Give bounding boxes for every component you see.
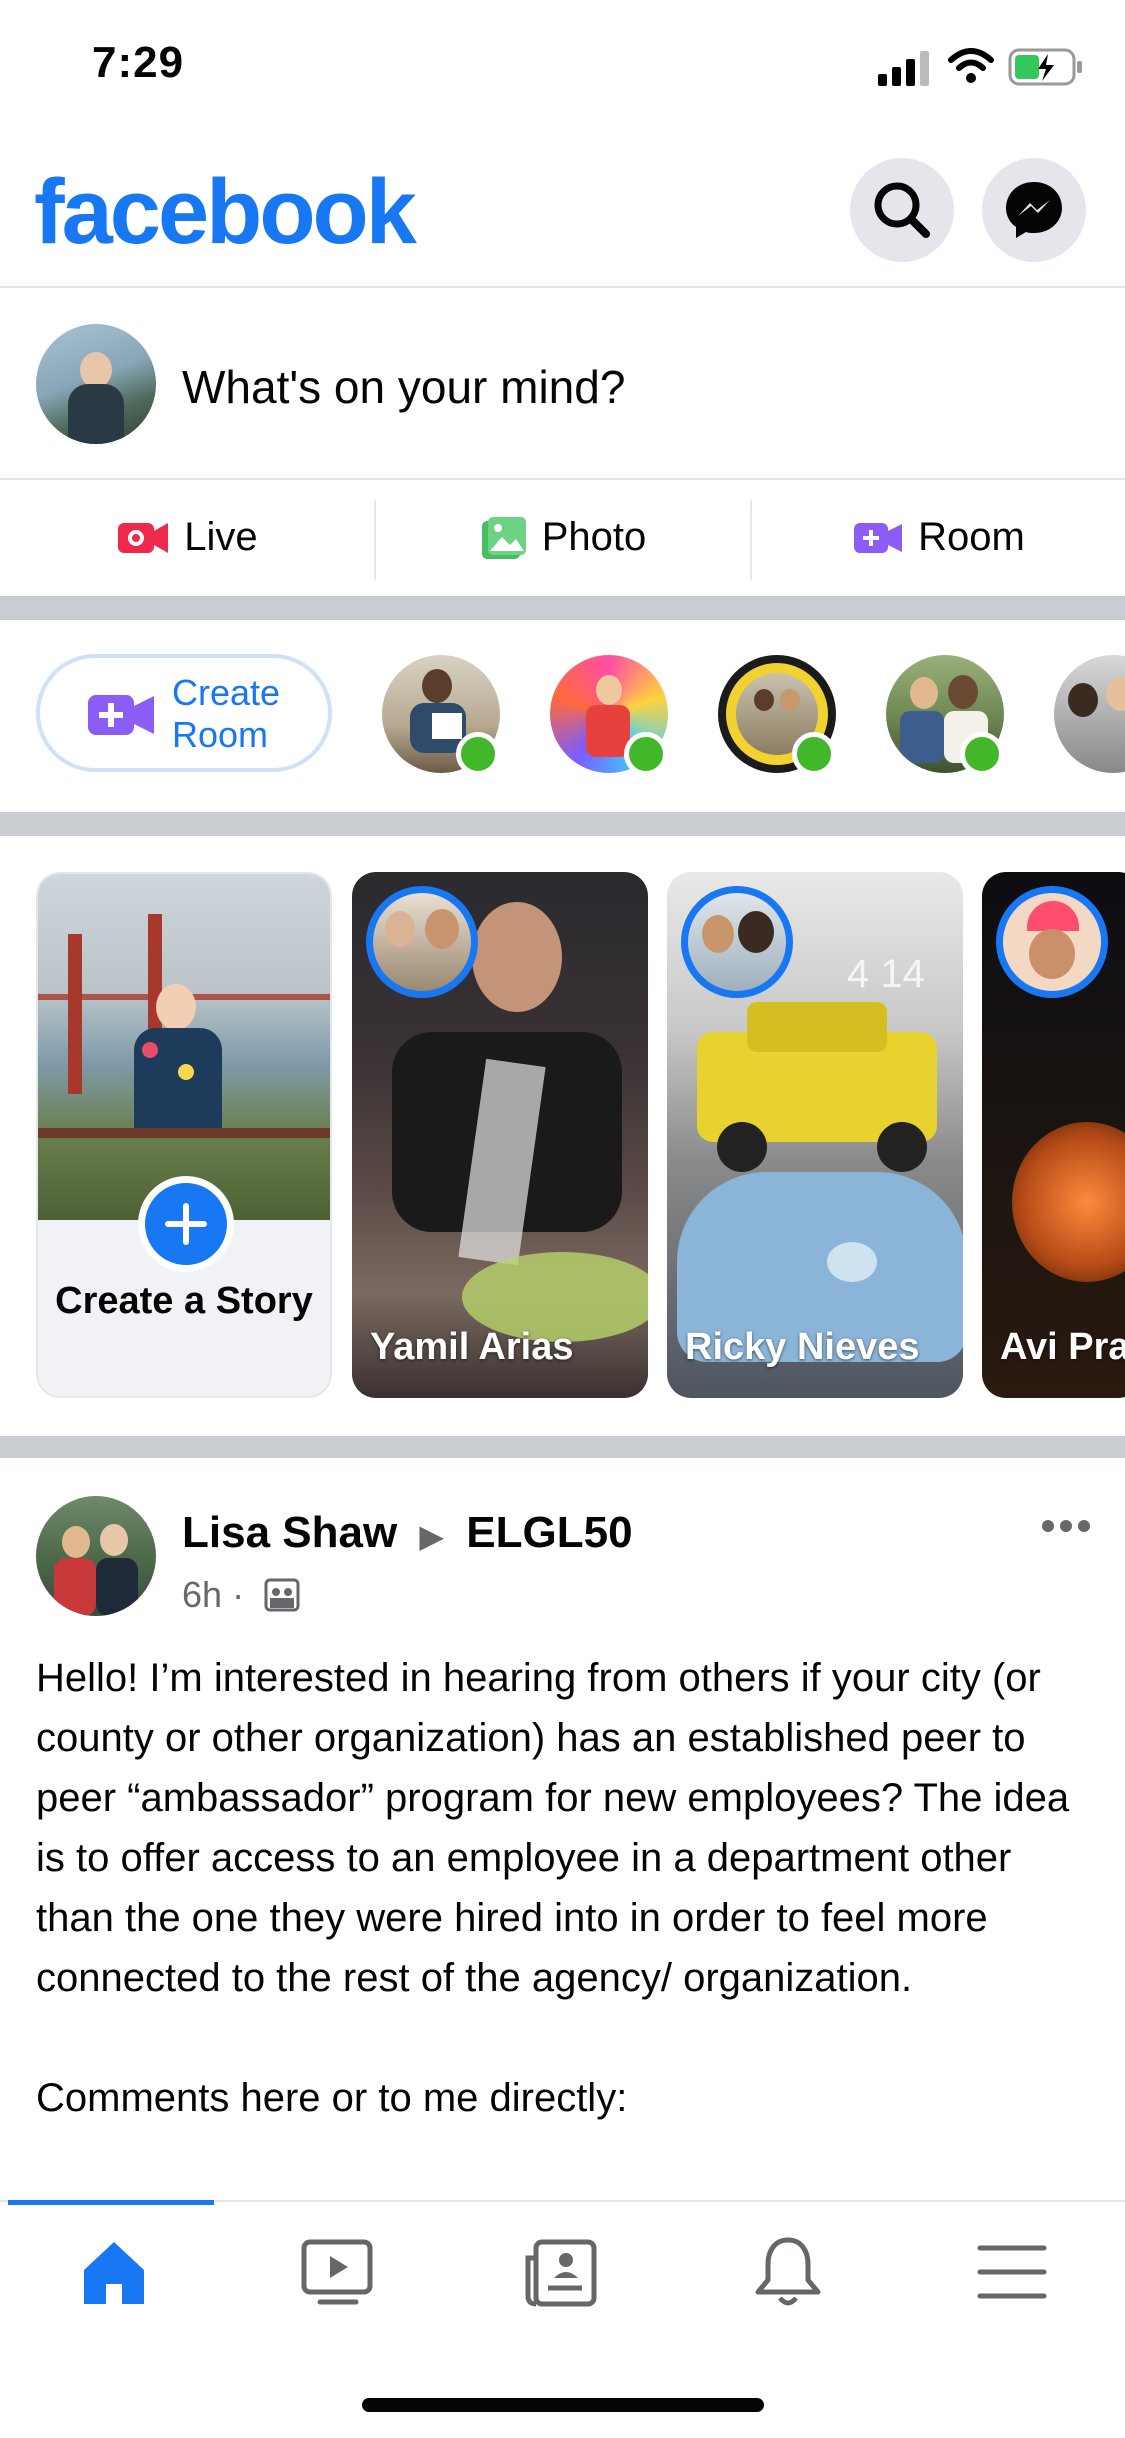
tab-menu[interactable] — [972, 2232, 1052, 2312]
story-card[interactable]: 4 14 Ricky Nieves — [667, 872, 963, 1398]
post-time[interactable]: 6h — [182, 1574, 222, 1615]
section-gap — [0, 596, 1125, 620]
post-group-name[interactable]: ELGL50 — [466, 1508, 632, 1557]
post-body-text-2: Comments here or to me directly: — [36, 2076, 628, 2120]
home-icon — [84, 2242, 144, 2304]
post-meta: 6h · — [182, 1574, 245, 1615]
room-button[interactable]: Room — [752, 480, 1125, 595]
battery-icon — [1008, 48, 1082, 86]
online-indicator — [792, 732, 836, 776]
messenger-button[interactable] — [982, 158, 1086, 262]
tab-home[interactable] — [74, 2232, 154, 2312]
tab-watch[interactable] — [298, 2232, 378, 2312]
tab-news[interactable] — [522, 2232, 602, 2312]
online-indicator — [960, 732, 1004, 776]
post-header: Lisa Shaw ▶ ELGL50 — [182, 1508, 633, 1558]
wifi-icon — [948, 48, 994, 83]
room-video-icon — [854, 522, 903, 553]
search-icon — [874, 182, 930, 238]
status-bar: 7:29 — [0, 0, 1125, 135]
add-story-button[interactable] — [138, 1176, 234, 1272]
story-card[interactable]: Yamil Arias — [352, 872, 648, 1398]
post-options-button[interactable] — [1036, 1508, 1096, 1548]
create-story-card[interactable]: Create a Story — [36, 872, 332, 1398]
story-avatar — [366, 886, 478, 998]
home-indicator[interactable] — [362, 2398, 764, 2412]
notifications-icon — [755, 2237, 821, 2306]
wall-number: 4 14 — [847, 952, 925, 996]
story-author-name: Avi Pra — [1000, 1326, 1125, 1368]
watch-icon — [301, 2239, 373, 2305]
online-indicator — [456, 732, 500, 776]
signal-icon — [878, 51, 929, 86]
active-tab-indicator — [8, 2200, 214, 2205]
room-label: Room — [918, 515, 1025, 559]
photo-label: Photo — [541, 515, 647, 559]
section-gap — [0, 1436, 1125, 1458]
create-room-label: Create Room — [172, 672, 281, 755]
post-author-avatar[interactable] — [36, 1496, 156, 1616]
post-author-name[interactable]: Lisa Shaw — [182, 1508, 397, 1557]
more-options-icon — [1042, 1520, 1090, 1532]
news-icon — [525, 2239, 597, 2307]
section-gap — [0, 812, 1125, 836]
photo-button[interactable]: Photo — [376, 480, 750, 595]
post-body: Hello! I’m interested in hearing from ot… — [36, 1648, 1096, 2128]
create-room-button[interactable]: Create Room — [36, 654, 332, 772]
live-video-icon — [118, 522, 169, 553]
create-story-label: Create a Story — [55, 1280, 313, 1322]
post-body-text: Hello! I’m interested in hearing from ot… — [36, 1656, 1070, 2000]
header-divider — [0, 286, 1125, 288]
messenger-icon — [1006, 182, 1062, 238]
photo-icon — [481, 516, 526, 559]
plus-icon — [165, 1203, 207, 1245]
menu-icon — [977, 2245, 1047, 2299]
group-privacy-icon — [264, 1578, 300, 1612]
story-author-name: Yamil Arias — [370, 1326, 574, 1368]
live-button[interactable]: Live — [0, 480, 374, 595]
user-avatar[interactable] — [36, 324, 156, 444]
arrow-right-icon: ▶ — [419, 1518, 445, 1554]
story-photo — [38, 874, 330, 1220]
live-label: Live — [184, 515, 258, 559]
search-button[interactable] — [850, 158, 954, 262]
story-avatar — [681, 886, 793, 998]
story-author-name: Ricky Nieves — [685, 1326, 920, 1368]
online-indicator — [624, 732, 668, 776]
story-avatar — [996, 886, 1108, 998]
room-video-icon — [88, 695, 154, 735]
room-avatar[interactable] — [1054, 655, 1125, 773]
status-time: 7:29 — [92, 38, 185, 87]
composer-prompt[interactable]: What's on your mind? — [182, 360, 625, 414]
story-card[interactable]: Avi Pra — [982, 872, 1125, 1398]
facebook-logo[interactable]: facebook — [34, 160, 417, 265]
tab-notifications[interactable] — [748, 2232, 828, 2312]
